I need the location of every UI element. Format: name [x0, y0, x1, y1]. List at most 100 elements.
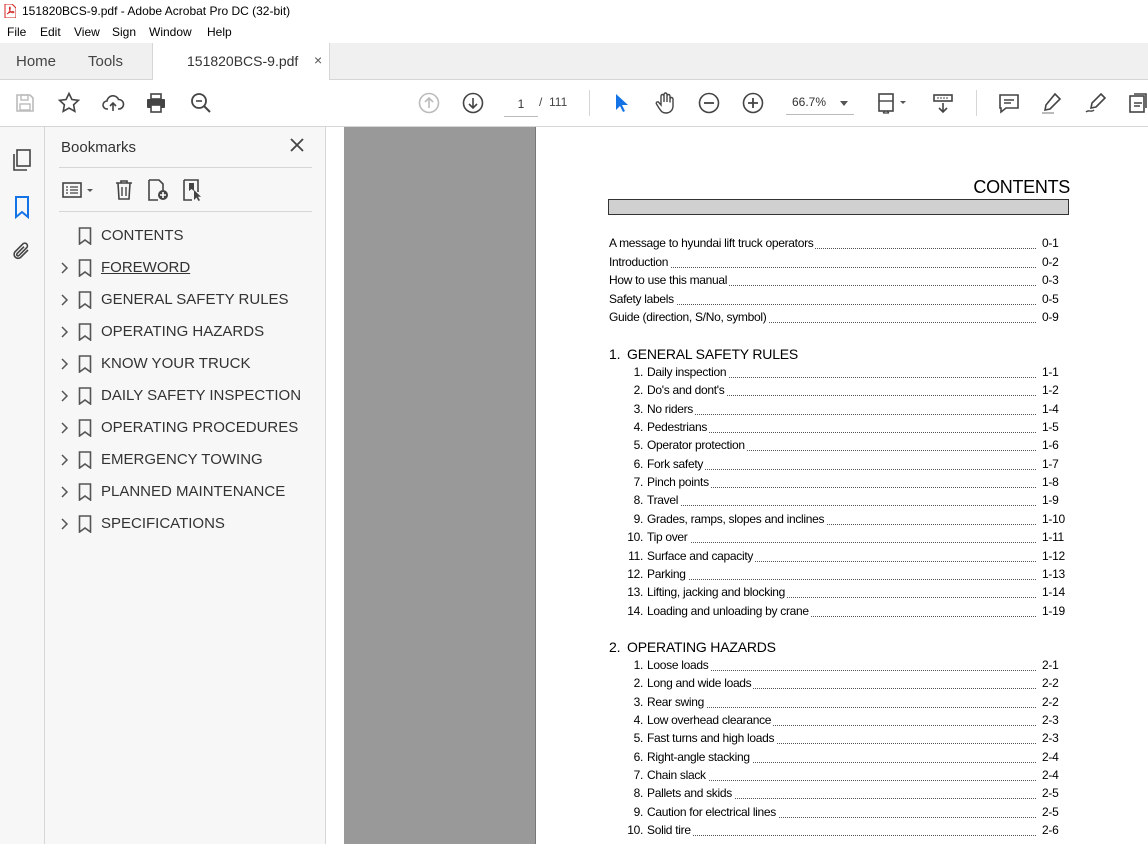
toc-entry-page: 1-14 — [1039, 585, 1065, 600]
toc-entry-number: 7. — [633, 768, 644, 783]
toc-entry-number: 4. — [633, 420, 644, 435]
toc-section-number: 1. — [609, 346, 621, 362]
bookmark-panel-icon[interactable] — [10, 195, 34, 219]
toc-entry-text: Rear swing — [647, 694, 707, 709]
bookmark-from-selection-icon[interactable] — [181, 178, 205, 202]
toc-dot-leader — [647, 567, 1036, 580]
toc-entry-page: 2-2 — [1039, 676, 1059, 691]
zoom-out-icon[interactable] — [697, 91, 721, 115]
toc-entry-page: 1-11 — [1039, 530, 1064, 545]
toc-entry-text: Lifting, jacking and blocking — [647, 585, 788, 600]
toc-entry: 1. Loose loads 2-1 — [0, 658, 1148, 674]
menu-window[interactable]: Window — [149, 25, 192, 39]
fit-page-icon[interactable] — [876, 91, 910, 115]
toc-entry-number: 2. — [633, 676, 644, 691]
toc-dot-leader — [647, 530, 1036, 544]
toc-entry-number: 9. — [633, 804, 644, 819]
save-icon[interactable] — [13, 91, 37, 115]
toc-entry-text: Pedestrians — [647, 420, 710, 435]
window-title: 151820BCS-9.pdf - Adobe Acrobat Pro DC (… — [22, 4, 291, 18]
toc-entry-page: 1-8 — [1039, 475, 1059, 490]
toc-entry-page: 1-2 — [1039, 383, 1059, 398]
toc-entry-text: A message to hyundai lift truck operator… — [609, 236, 816, 250]
toc-dot-leader — [609, 255, 1036, 268]
toc-section-title: OPERATING HAZARDS — [627, 639, 776, 655]
menu-edit[interactable]: Edit — [40, 25, 61, 39]
toc-section-heading: 2. OPERATING HAZARDS — [609, 639, 776, 655]
bookmark-options-icon[interactable] — [62, 178, 96, 202]
upload-cloud-icon[interactable] — [101, 91, 125, 115]
toc-entry-page: 0-2 — [1039, 254, 1059, 269]
toc-entry-text: Fast turns and high loads — [647, 731, 777, 746]
toc-section-title: GENERAL SAFETY RULES — [627, 346, 799, 362]
page-number-input[interactable] — [504, 92, 538, 117]
toc-entry-number: 7. — [633, 475, 644, 490]
toc-entry: 13. Lifting, jacking and blocking 1-14 — [0, 585, 1148, 601]
next-page-icon[interactable] — [461, 91, 485, 115]
tab-close-icon[interactable]: × — [314, 52, 322, 68]
toc-entry-text: Pallets and skids — [647, 786, 734, 801]
toc-entry-page: 2-4 — [1039, 768, 1059, 783]
toc-dot-leader — [647, 402, 1036, 415]
toc-entry-page: 1-5 — [1039, 420, 1059, 435]
toc-dot-leader — [647, 823, 1036, 837]
toc-entry-text: Guide (direction, S/No, symbol) — [609, 310, 769, 325]
scroll-mode-icon[interactable] — [931, 91, 955, 115]
toc-entry-text: Introduction — [609, 254, 671, 269]
zoom-in-icon[interactable] — [741, 91, 765, 115]
menu-view[interactable]: View — [74, 25, 100, 39]
highlight-pen-icon[interactable] — [1040, 91, 1064, 115]
toc-entry-number: 5. — [633, 731, 644, 746]
toc-entry-page: 0-9 — [1039, 310, 1059, 325]
toc-entry-text: Surface and capacity — [647, 548, 756, 563]
select-cursor-icon[interactable] — [609, 91, 633, 115]
toc-entry: 7. Pinch points 1-8 — [0, 475, 1148, 491]
edit-pdf-icon[interactable] — [1126, 91, 1148, 115]
toc-entry-number: 10. — [627, 823, 643, 838]
page-thumbnails-icon[interactable] — [10, 148, 34, 172]
previous-page-icon[interactable] — [417, 91, 441, 115]
sign-pen-icon[interactable] — [1084, 91, 1108, 115]
hand-tool-icon[interactable] — [653, 91, 677, 115]
toc-entry-text: No riders — [647, 401, 695, 416]
chevron-right-icon[interactable] — [59, 326, 69, 338]
toc-entry-number: 11. — [628, 548, 643, 563]
toc-dot-leader — [647, 457, 1036, 470]
comment-icon[interactable] — [997, 91, 1021, 115]
menu-sign[interactable]: Sign — [112, 25, 136, 39]
toc-entry: 8. Travel 1-9 — [0, 493, 1148, 509]
toc-section-heading: 1. GENERAL SAFETY RULES — [609, 346, 798, 362]
tab-home[interactable]: Home — [16, 53, 56, 70]
pdf-app-icon — [4, 4, 16, 18]
new-bookmark-icon[interactable] — [146, 178, 170, 202]
toc-entry: 3. Rear swing 2-2 — [0, 694, 1148, 711]
zoom-level-select[interactable]: 66.7% — [786, 92, 854, 115]
tab-tools[interactable]: Tools — [88, 53, 123, 70]
toc-entry-page: 1-13 — [1039, 566, 1065, 581]
zoom-search-icon[interactable] — [189, 91, 213, 115]
tab-document[interactable]: 151820BCS-9.pdf × — [152, 43, 330, 80]
toc-entry-page: 2-6 — [1039, 823, 1059, 838]
menu-help[interactable]: Help — [207, 25, 232, 39]
toc-entry: 14. Loading and unloading by crane 1-19 — [0, 603, 1148, 620]
toc-entry-number: 1. — [633, 365, 644, 379]
toc-entry-text: Loading and unloading by crane — [647, 603, 811, 618]
star-icon[interactable] — [57, 91, 81, 115]
toolbar: / 111 66.7% — [0, 80, 1148, 127]
toc-entry: 6. Right-angle stacking 2-4 — [0, 749, 1148, 766]
toc-entry-text: Low overhead clearance — [647, 713, 774, 728]
delete-bookmark-icon[interactable] — [112, 178, 136, 202]
divider — [59, 167, 312, 168]
toc-entry-page: 1-12 — [1039, 548, 1065, 563]
toc-entry-text: Tip over — [647, 530, 690, 545]
print-icon[interactable] — [144, 91, 168, 115]
menu-file[interactable]: File — [7, 25, 26, 39]
page-separator: / — [539, 95, 543, 109]
toc-entry-text: Loose loads — [647, 658, 711, 672]
toc-entry-page: 1-7 — [1039, 456, 1059, 471]
toc-entry-page: 1-6 — [1039, 438, 1059, 453]
title-rule-bar — [608, 199, 1069, 215]
toc-entry: 12. Parking 1-13 — [0, 566, 1148, 583]
close-icon[interactable] — [288, 136, 306, 154]
toc-entry-text: Do's and dont's — [647, 383, 727, 398]
